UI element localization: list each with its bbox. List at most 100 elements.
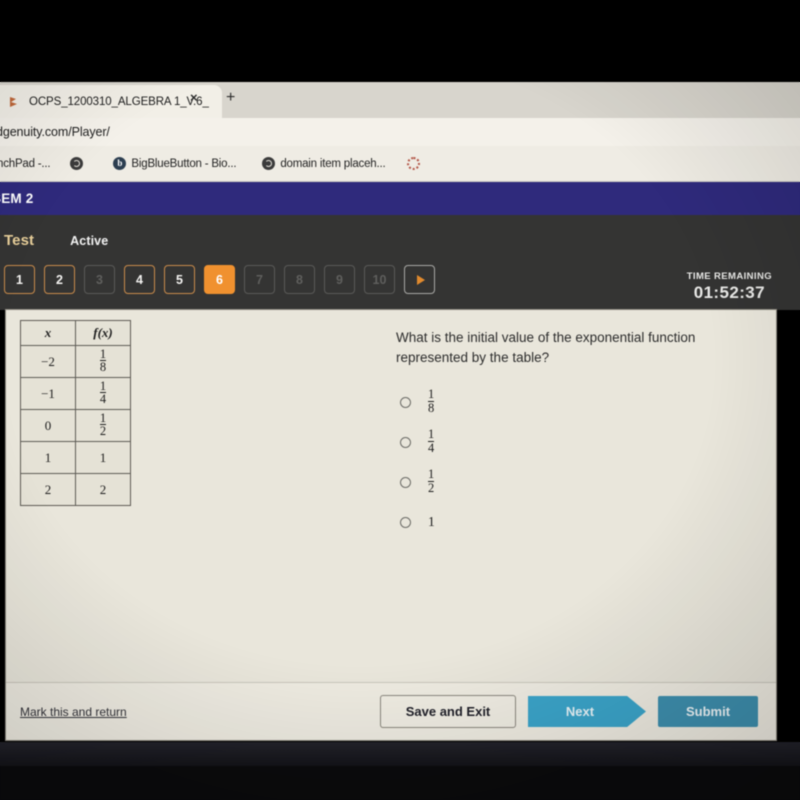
radio-button-icon[interactable]	[400, 476, 411, 488]
time-remaining: TIME REMAINING 01:52:37	[687, 271, 772, 303]
footer-buttons: Save and Exit Next Submit	[380, 695, 758, 728]
table-cell-fx: 1 2	[75, 409, 131, 442]
fraction: 1 2	[99, 410, 107, 439]
answer-choice-list: 1 8 1 4 1 2 1	[400, 382, 435, 542]
fraction-numerator: 1	[99, 410, 107, 425]
fraction-denominator: 8	[99, 360, 107, 375]
fraction-numerator: 1	[99, 346, 107, 361]
question-button-3[interactable]: 3	[84, 265, 115, 294]
answer-choice-2[interactable]: 1 4	[400, 422, 435, 462]
table-cell-fx: 1	[75, 441, 131, 474]
screen-bottom-reflection	[0, 742, 800, 766]
question-button-2[interactable]: 2	[44, 265, 75, 294]
fraction-numerator: 1	[428, 467, 435, 482]
loading-spinner-icon	[407, 157, 421, 170]
fraction: 1 2	[428, 467, 435, 495]
test-status-label: Active	[70, 233, 109, 248]
next-page-button[interactable]	[404, 265, 435, 294]
time-remaining-value: 01:52:37	[693, 283, 765, 302]
question-button-7[interactable]: 7	[244, 265, 275, 294]
question-button-4[interactable]: 4	[124, 265, 155, 294]
bookmark-item[interactable]: b BigBlueButton - Bio...	[113, 157, 237, 170]
table-cell-fx: 1 8	[75, 345, 131, 378]
course-title: SEM 2	[0, 191, 34, 206]
table-header-x: x	[20, 320, 76, 346]
table-cell-x: 2	[20, 473, 76, 506]
course-header-bar: SEM 2	[0, 182, 800, 215]
fraction: 1 4	[428, 427, 435, 455]
question-panel: x f(x) −2 1 8 −1 1 4 0 1 2 1 1 2 2 What …	[6, 310, 776, 740]
mark-this-and-return-link[interactable]: Mark this and return	[20, 705, 127, 719]
table-cell-x: 1	[20, 441, 76, 474]
table-cell-x: −1	[20, 377, 76, 410]
question-button-9[interactable]: 9	[324, 265, 355, 294]
answer-choice-label: 1 4	[428, 427, 435, 456]
radio-button-icon[interactable]	[400, 396, 411, 408]
table-cell-fx: 1 4	[75, 377, 131, 410]
browser-tab-strip: OCPS_1200310_ALGEBRA 1_V.6_ × +	[0, 82, 800, 118]
fraction-denominator: 4	[99, 392, 107, 407]
fraction-denominator: 2	[99, 424, 107, 439]
fraction-numerator: 1	[428, 427, 435, 442]
question-prompt: What is the initial value of the exponen…	[396, 330, 696, 365]
bookmark-item[interactable]	[70, 157, 84, 170]
answer-choice-1[interactable]: 1 8	[400, 382, 435, 422]
fraction: 1 8	[99, 346, 107, 375]
submit-button[interactable]: Submit	[658, 696, 758, 727]
table-header-row: x f(x)	[20, 320, 131, 346]
browser-bookmarks-bar: nchPad -... b BigBlueButton - Bio... dom…	[0, 146, 800, 182]
tab-favicon-icon	[8, 95, 22, 109]
table-row: −1 1 4	[20, 377, 131, 410]
next-button[interactable]: Next	[528, 696, 646, 727]
table-row: −2 1 8	[20, 345, 131, 378]
table-row: 2 2	[20, 473, 131, 506]
question-body: x f(x) −2 1 8 −1 1 4 0 1 2 1 1 2 2 What …	[6, 310, 776, 683]
bigbluebutton-icon: b	[113, 157, 127, 170]
table-header-fx-text: f(x)	[93, 325, 113, 340]
fraction-numerator: 1	[99, 378, 107, 393]
table-cell-x: 0	[20, 409, 76, 442]
new-tab-button[interactable]: +	[226, 90, 235, 106]
radio-button-icon[interactable]	[400, 516, 411, 528]
save-and-exit-button[interactable]: Save and Exit	[380, 695, 516, 728]
table-header-fx: f(x)	[75, 320, 131, 346]
table-row: 0 1 2	[20, 409, 131, 442]
browser-tab-title: OCPS_1200310_ALGEBRA 1_V.6_	[29, 95, 209, 108]
test-label: Test	[4, 232, 35, 249]
answer-choice-3[interactable]: 1 2	[400, 462, 435, 502]
fraction: 1 4	[99, 378, 107, 407]
bookmark-label: nchPad -...	[0, 157, 51, 170]
answer-choice-4[interactable]: 1	[400, 502, 435, 542]
browser-tab-active[interactable]: OCPS_1200310_ALGEBRA 1_V.6_	[0, 85, 222, 118]
question-button-1[interactable]: 1	[4, 265, 35, 294]
answer-choice-label: 1 8	[428, 387, 435, 416]
right-triangle-icon	[416, 274, 425, 285]
bookmark-item[interactable]	[407, 157, 421, 170]
fraction-denominator: 8	[428, 400, 435, 415]
fraction-denominator: 2	[428, 480, 435, 495]
question-footer: Mark this and return Save and Exit Next …	[6, 682, 776, 740]
radio-button-icon[interactable]	[400, 436, 411, 448]
globe-icon	[262, 157, 276, 170]
bookmark-item[interactable]: domain item placeh...	[262, 157, 386, 170]
table-row: 1 1	[20, 441, 131, 474]
fraction-denominator: 4	[428, 440, 435, 455]
question-button-8[interactable]: 8	[284, 265, 315, 294]
bookmark-label: BigBlueButton - Bio...	[131, 157, 237, 170]
answer-choice-label: 1 2	[428, 467, 435, 496]
table-cell-x: −2	[20, 345, 76, 378]
function-table: x f(x) −2 1 8 −1 1 4 0 1 2 1 1 2 2	[20, 320, 131, 506]
browser-address-bar[interactable]: dgenuity.com/Player/	[0, 118, 800, 146]
tab-close-icon[interactable]: ×	[190, 91, 198, 104]
table-cell-fx: 2	[75, 473, 131, 506]
bookmark-label: domain item placeh...	[280, 157, 386, 170]
answer-choice-label: 1	[428, 514, 435, 529]
question-button-5[interactable]: 5	[164, 265, 195, 294]
question-button-10[interactable]: 10	[364, 265, 395, 294]
monitor-screen: OCPS_1200310_ALGEBRA 1_V.6_ × + dgenuity…	[0, 0, 800, 800]
bookmark-item[interactable]: nchPad -...	[0, 157, 51, 170]
fraction-numerator: 1	[428, 387, 435, 402]
question-button-6[interactable]: 6	[204, 265, 235, 294]
time-remaining-label: TIME REMAINING	[686, 271, 772, 282]
question-number-list: 1 2 3 4 5 6 7 8 9 10	[4, 265, 435, 294]
